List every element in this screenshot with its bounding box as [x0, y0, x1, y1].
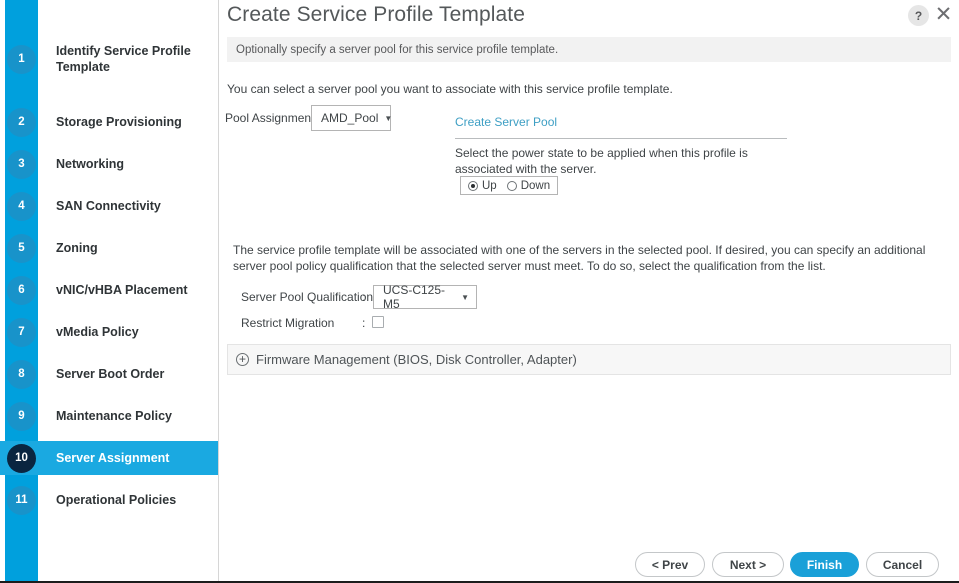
dialog-main-area: Create Service Profile Template ? ✕ Opti…: [0, 0, 959, 581]
restrict-migration-colon: :: [362, 316, 366, 330]
page-title: Create Service Profile Template: [227, 3, 526, 26]
subtitle-bar: Optionally specify a server pool for thi…: [227, 37, 951, 62]
firmware-management-label: Firmware Management (BIOS, Disk Controll…: [256, 352, 577, 367]
server-pool-qualification-select[interactable]: UCS-C125-M5 ▼: [373, 283, 477, 311]
power-state-radio-group: Up Down: [460, 176, 559, 195]
restrict-migration-label: Restrict Migration: [241, 316, 335, 330]
power-state-option-down-label: Down: [520, 179, 551, 192]
close-x-icon[interactable]: ✕: [933, 4, 954, 26]
power-state-option-up[interactable]: Up: [468, 180, 497, 192]
radio-selected-icon: [468, 180, 478, 191]
prev-button[interactable]: < Prev: [635, 552, 705, 577]
server-pool-qualification-colon: :: [362, 290, 366, 304]
pool-assignment-value: AMD_Pool: [321, 111, 379, 125]
pool-assignment-label: Pool Assignment:: [225, 111, 318, 125]
chevron-down-icon: ▼: [461, 292, 469, 302]
chevron-down-icon: ▼: [384, 113, 393, 123]
firmware-management-section-header[interactable]: + Firmware Management (BIOS, Disk Contro…: [227, 344, 951, 375]
server-pool-qualification-value: UCS-C125-M5: [383, 283, 446, 311]
restrict-migration-checkbox[interactable]: [372, 316, 384, 328]
cancel-button[interactable]: Cancel: [866, 552, 939, 577]
create-service-profile-template-dialog: 1 Identify Service Profile Template 2 Stora…: [0, 0, 959, 583]
association-description: The service profile template will be ass…: [233, 243, 926, 273]
server-pool-qualification-label: Server Pool Qualification: [241, 290, 374, 304]
plus-circle-icon: +: [236, 353, 249, 366]
power-state-option-up-label: Up: [482, 179, 497, 192]
divider: [455, 138, 787, 139]
radio-unselected-icon: [506, 180, 517, 191]
intro-text: You can select a server pool you want to…: [227, 82, 673, 96]
question-mark-icon[interactable]: ?: [908, 5, 929, 26]
subtitle-text: Optionally specify a server pool for thi…: [236, 43, 559, 56]
finish-button[interactable]: Finish: [790, 552, 859, 577]
create-server-pool-link[interactable]: Create Server Pool: [455, 115, 557, 129]
power-state-option-down[interactable]: Down: [506, 179, 551, 192]
next-button[interactable]: Next >: [712, 552, 784, 577]
power-state-description: Select the power state to be applied whe…: [455, 146, 748, 176]
pool-assignment-select[interactable]: AMD_Pool ▼: [311, 105, 393, 131]
